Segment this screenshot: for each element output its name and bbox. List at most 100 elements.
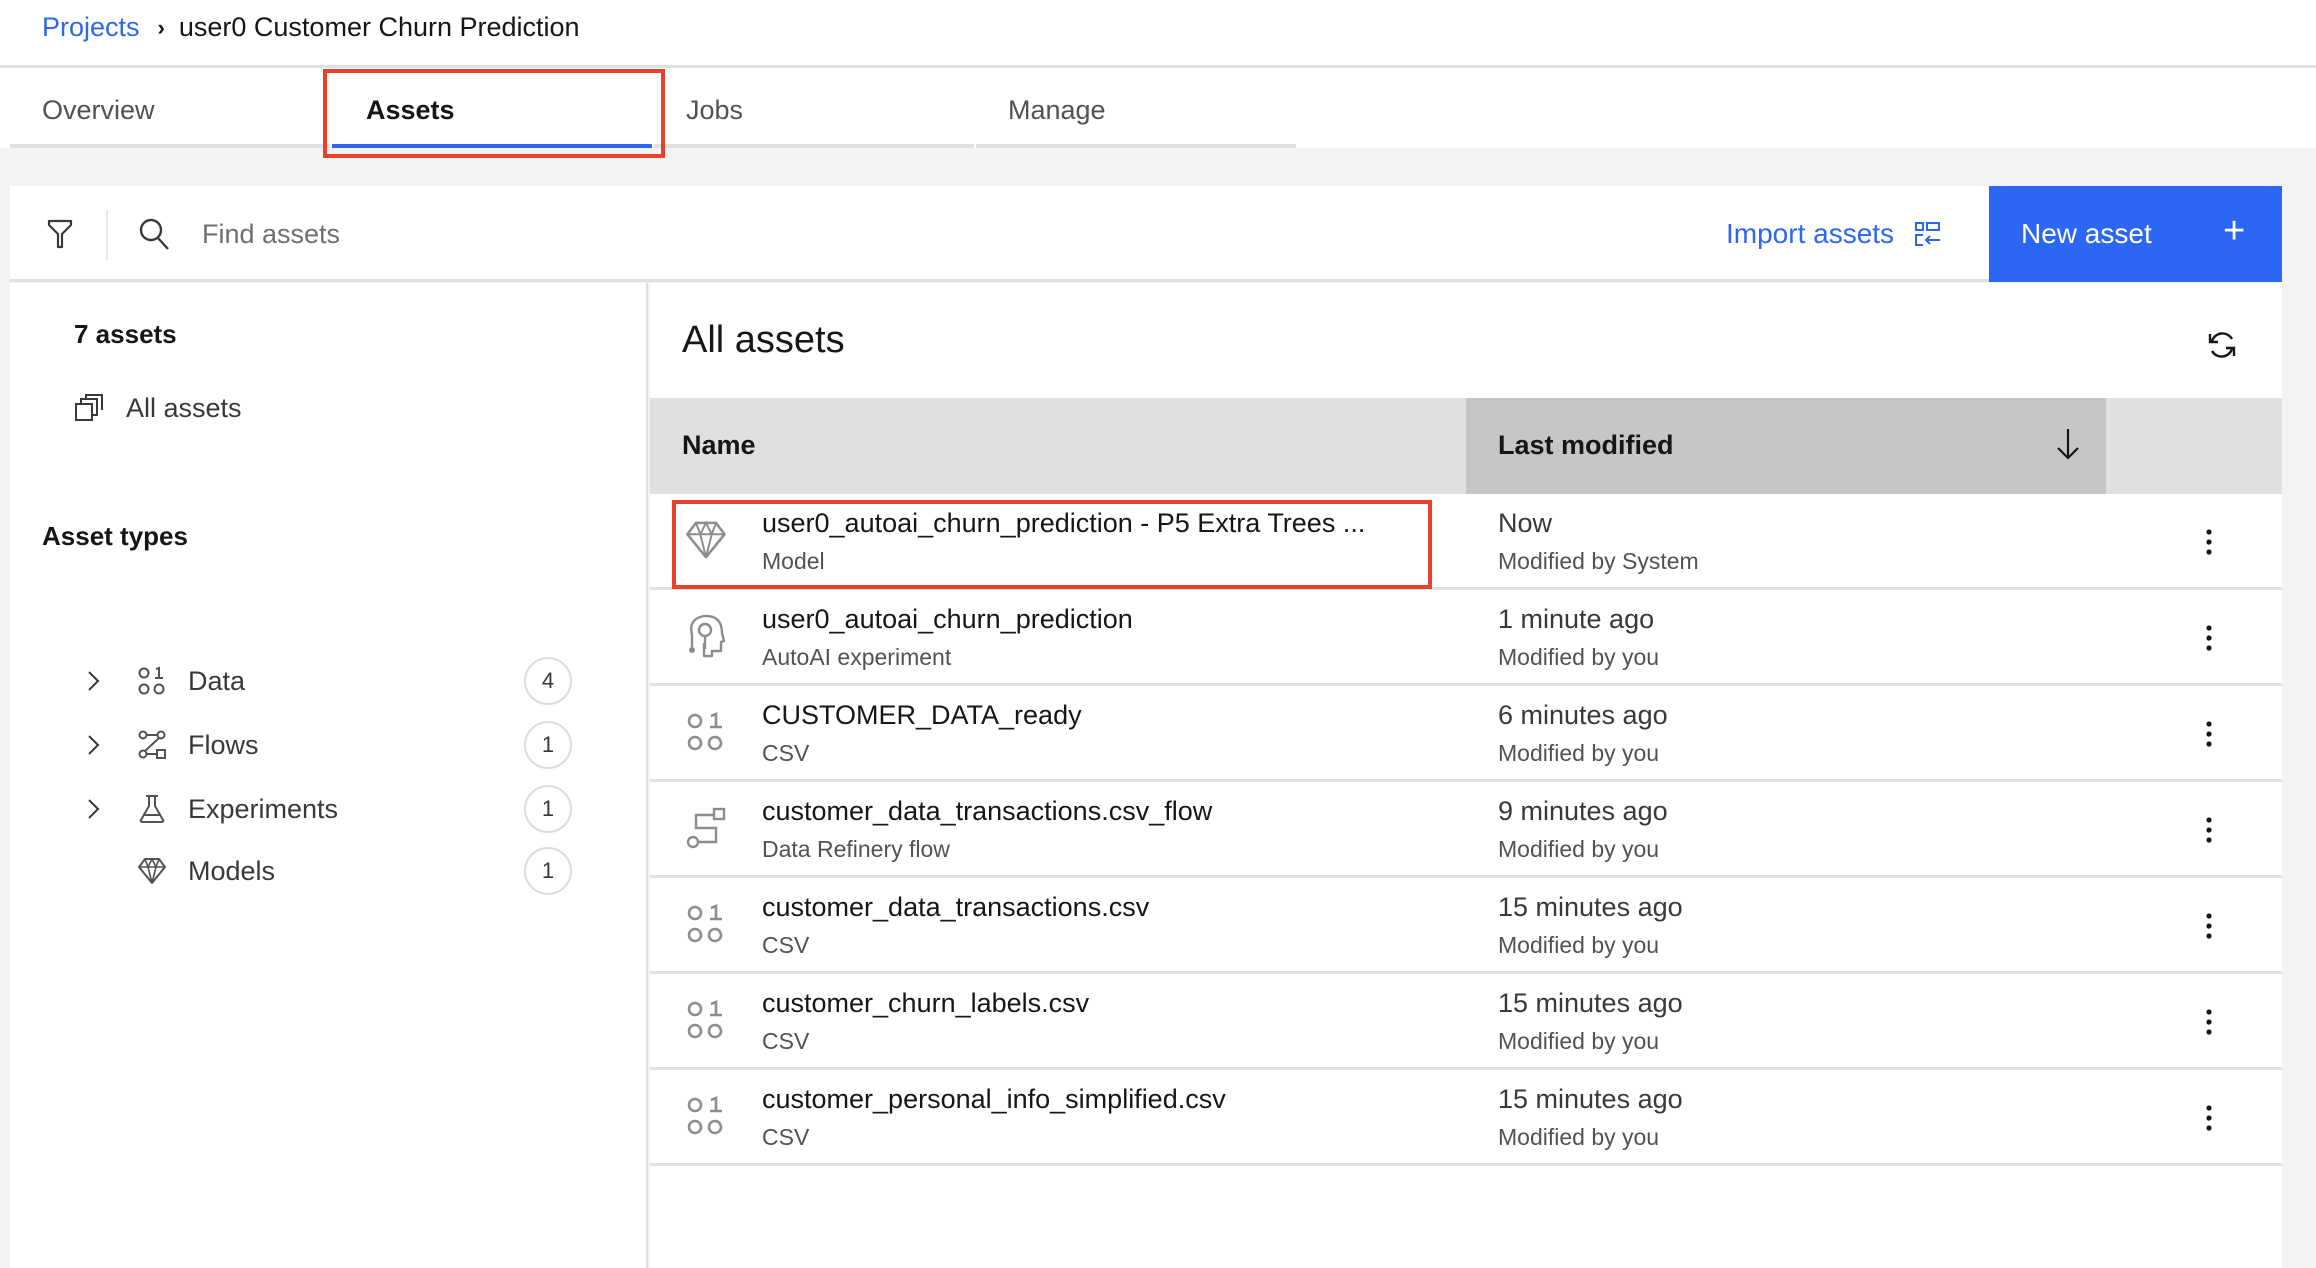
overflow-menu-icon — [2206, 625, 2212, 651]
table-header: Name Last modified — [650, 398, 2282, 494]
table-row[interactable]: customer_churn_labels.csv CSV 15 minutes a… — [650, 974, 2282, 1070]
last-modified-time: 15 minutes ago — [1498, 1084, 1683, 1114]
asset-name-link[interactable]: user0_autoai_churn_prediction — [762, 604, 1133, 635]
last-modified-time: Now — [1498, 508, 1553, 538]
sidebar-item-flows[interactable]: Flows 1 — [74, 717, 594, 773]
type-label: Flows — [188, 729, 259, 760]
new-asset-button[interactable]: New asset + — [1989, 186, 2282, 282]
asset-type: CSV — [762, 1028, 810, 1054]
asset-name-link[interactable]: user0_autoai_churn_prediction - P5 Extra… — [762, 508, 1365, 539]
flows-icon — [130, 730, 174, 760]
filter-button[interactable] — [40, 212, 80, 256]
tab-manage[interactable]: Manage — [976, 71, 1296, 148]
refresh-button[interactable] — [2200, 323, 2244, 367]
refinery-flow-icon — [682, 804, 730, 852]
chevron-right-icon[interactable] — [74, 670, 114, 692]
sidebar-item-models[interactable]: Models 1 — [74, 843, 594, 899]
filter-icon — [47, 219, 73, 249]
data-csv-icon — [682, 996, 730, 1044]
modified-by: Modified by you — [1498, 836, 1660, 862]
column-header-last-modified[interactable]: Last modified — [1466, 398, 2106, 494]
overflow-menu-button[interactable] — [2194, 1000, 2224, 1044]
table-row[interactable]: customer_data_transactions.csv_flow Data … — [650, 782, 2282, 878]
last-modified-time: 1 minute ago — [1498, 604, 1655, 634]
model-diamond-icon — [682, 516, 730, 564]
breadcrumb: Projects › user0 Customer Churn Predicti… — [42, 12, 580, 43]
asset-type: CSV — [762, 1124, 810, 1150]
column-header-last-modified-label: Last modified — [1498, 430, 1674, 460]
modified-by: Modified by you — [1498, 932, 1660, 958]
count-badge: 1 — [524, 785, 572, 833]
sidebar-item-data[interactable]: Data 4 — [74, 653, 594, 709]
plus-icon: + — [2223, 210, 2246, 252]
asset-types-heading: Asset types — [42, 521, 188, 551]
diamond-icon — [130, 857, 174, 885]
last-modified-time: 6 minutes ago — [1498, 700, 1668, 730]
overflow-menu-icon — [2206, 817, 2212, 843]
asset-filter-sidebar: 7 assets All assets Asset types Data 4 F… — [10, 283, 648, 1268]
breadcrumb-projects-link[interactable]: Projects — [42, 12, 140, 43]
assets-main-panel: All assets Name Last modified user0_auto… — [650, 283, 2282, 1268]
tab-assets-label: Assets — [366, 95, 455, 125]
column-header-name[interactable]: Name — [682, 430, 756, 461]
project-tabs: Overview Assets Jobs Manage — [10, 71, 1296, 148]
overflow-menu-button[interactable] — [2194, 1096, 2224, 1140]
type-label: Experiments — [188, 793, 339, 824]
copy-stack-icon — [75, 393, 103, 421]
flask-icon — [130, 794, 174, 824]
overflow-menu-button[interactable] — [2194, 712, 2224, 756]
data-csv-icon — [682, 708, 730, 756]
toolbar-divider — [106, 210, 108, 260]
asset-type: AutoAI experiment — [762, 644, 952, 670]
sidebar-item-experiments[interactable]: Experiments 1 — [74, 781, 594, 837]
tab-manage-label: Manage — [1008, 95, 1106, 125]
search-icon — [139, 218, 169, 250]
modified-by: Modified by System — [1498, 548, 1699, 574]
import-assets-button[interactable]: Import assets — [1726, 206, 1942, 262]
asset-name-link[interactable]: customer_personal_info_simplified.csv — [762, 1084, 1226, 1115]
tab-assets[interactable]: Assets — [332, 71, 652, 148]
asset-name-link[interactable]: customer_churn_labels.csv — [762, 988, 1089, 1019]
last-modified-time: 9 minutes ago — [1498, 796, 1668, 826]
data-csv-icon — [682, 1092, 730, 1140]
sidebar-item-all-assets[interactable]: All assets — [74, 393, 242, 424]
search-assets-input[interactable] — [202, 208, 1102, 260]
count-badge: 1 — [524, 847, 572, 895]
asset-name-link[interactable]: customer_data_transactions.csv_flow — [762, 796, 1212, 827]
chevron-right-icon[interactable] — [74, 798, 114, 820]
overflow-menu-icon — [2206, 1105, 2212, 1131]
asset-name-link[interactable]: customer_data_transactions.csv — [762, 892, 1149, 923]
overflow-menu-button[interactable] — [2194, 808, 2224, 852]
overflow-menu-button[interactable] — [2194, 616, 2224, 660]
asset-count: 7 assets — [74, 319, 177, 349]
breadcrumb-current-project: user0 Customer Churn Prediction — [178, 12, 580, 42]
table-row[interactable]: customer_data_transactions.csv CSV 15 minu… — [650, 878, 2282, 974]
table-row[interactable]: customer_personal_info_simplified.csv CSV… — [650, 1070, 2282, 1166]
count-badge: 4 — [524, 657, 572, 705]
import-assets-label: Import assets — [1726, 218, 1895, 249]
tab-overview-label: Overview — [42, 95, 155, 125]
count-badge: 1 — [524, 721, 572, 769]
overflow-menu-button[interactable] — [2194, 904, 2224, 948]
modified-by: Modified by you — [1498, 740, 1660, 766]
overflow-menu-button[interactable] — [2194, 520, 2224, 564]
last-modified-time: 15 minutes ago — [1498, 892, 1683, 922]
refresh-icon — [2208, 332, 2236, 358]
asset-name-link[interactable]: CUSTOMER_DATA_ready — [762, 700, 1082, 731]
table-row[interactable]: user0_autoai_churn_prediction AutoAI expe… — [650, 590, 2282, 686]
overflow-menu-icon — [2206, 913, 2212, 939]
tab-jobs-label: Jobs — [686, 95, 744, 125]
page-title: All assets — [682, 319, 845, 361]
chevron-right-icon[interactable] — [74, 734, 114, 756]
asset-type: CSV — [762, 932, 810, 958]
overflow-menu-icon — [2206, 1009, 2212, 1035]
table-row[interactable]: CUSTOMER_DATA_ready CSV 6 minutes ago Modif… — [650, 686, 2282, 782]
data-icon — [130, 666, 174, 696]
tab-overview[interactable]: Overview — [10, 71, 330, 148]
table-row[interactable]: user0_autoai_churn_prediction - P5 Extra… — [650, 494, 2282, 590]
tab-jobs[interactable]: Jobs — [654, 71, 974, 148]
overflow-menu-icon — [2206, 529, 2212, 555]
type-label: Data — [188, 665, 246, 696]
data-csv-icon — [682, 900, 730, 948]
all-assets-label: All assets — [126, 393, 242, 423]
